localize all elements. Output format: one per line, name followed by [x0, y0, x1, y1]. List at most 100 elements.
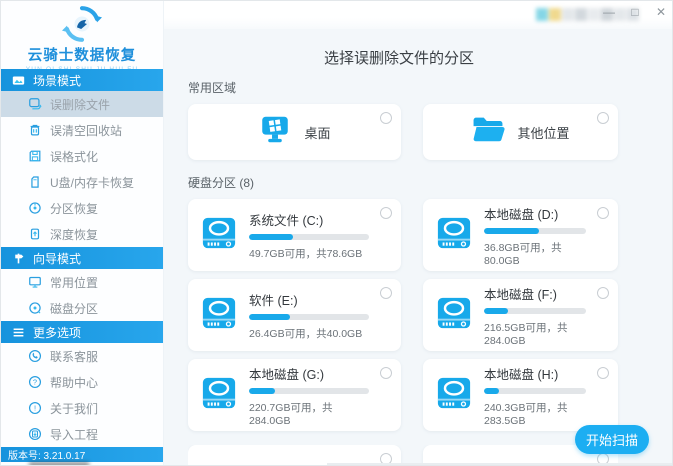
desktop-icon — [258, 114, 292, 150]
drive-size-text: 49.7GB可用，共78.6GB — [249, 247, 363, 260]
censored-bottom-area — [29, 462, 89, 465]
drive-name: 本地磁盘 (D:) — [484, 207, 559, 222]
info-icon: ! — [27, 401, 42, 416]
sidebar-section-label: 场景模式 — [33, 73, 82, 88]
logo-area: 云骑士数据恢复 YUN QI SHI SHU JU HUI FU — [1, 1, 163, 73]
quick-card-desktop[interactable]: 桌面 — [188, 104, 401, 160]
page-title: 选择误删除文件的分区 — [323, 50, 474, 67]
drive-size-text: 36.8GB可用，共80.0GB — [484, 241, 562, 267]
drive-size-text: 26.4GB可用，共40.0GB — [249, 327, 363, 340]
radio-desktop[interactable] — [380, 112, 392, 124]
sidebar-item-about-us[interactable]: ! 关于我们 — [1, 395, 163, 421]
menu-icon — [11, 325, 26, 340]
quick-section-label: 常用区域 — [188, 81, 237, 95]
radio-drive-f[interactable] — [597, 287, 609, 299]
sidebar-item-formatted[interactable]: 误格式化 — [1, 143, 163, 169]
hard-drive-icon — [200, 375, 238, 416]
drive-usage-bar — [249, 313, 369, 320]
drive-card-c[interactable]: 系统文件 (C:) 49.7GB可用，共78.6GB — [188, 199, 401, 271]
sidebar: 云骑士数据恢复 YUN QI SHI SHU JU HUI FU 场景模式 误删… — [1, 1, 164, 465]
drive-size-text: 220.7GB可用，共284.0GB — [249, 401, 333, 427]
drive-info: 本地磁盘 (G:) 220.7GB可用，共284.0GB — [249, 364, 389, 427]
drive-card-e[interactable]: 软件 (E:) 26.4GB可用，共40.0GB — [188, 279, 401, 351]
sidebar-section-label: 更多选项 — [33, 325, 82, 340]
sidebar-item-disk-partitions[interactable]: 磁盘分区 — [1, 295, 163, 321]
quick-area-grid: 桌面 其他位置 — [188, 104, 618, 160]
content-area: 常用区域 桌面 其他位置 硬盘分区 (8) 系统文件 (C:) 49.7GB可用… — [188, 79, 618, 465]
version-bar: 版本号: 3.21.0.17 — [1, 447, 163, 462]
drive-card-d[interactable]: 本地磁盘 (D:) 36.8GB可用，共80.0GB — [423, 199, 618, 271]
quick-card-other-location[interactable]: 其他位置 — [423, 104, 618, 160]
sidebar-section-scene-mode: 场景模式 — [1, 69, 163, 91]
drive-card-h[interactable]: 本地磁盘 (H:) 240.3GB可用，共283.5GB — [423, 359, 618, 431]
drive-info: 本地磁盘 (F:) 216.5GB可用，共284.0GB — [484, 284, 606, 347]
drive-usage-fill — [249, 313, 290, 320]
sidebar-item-label: 误清空回收站 — [50, 123, 123, 138]
drive-usage-bar — [484, 227, 586, 234]
radio-drive-g[interactable] — [380, 367, 392, 379]
question-icon: ? — [27, 375, 42, 390]
drive-usage-bar — [249, 387, 369, 394]
sidebar-item-label: 深度恢复 — [50, 227, 99, 242]
sidebar-item-deep-recovery[interactable]: 深度恢复 — [1, 221, 163, 247]
drive-name: 本地磁盘 (H:) — [484, 367, 559, 382]
sidebar-item-recycle-bin[interactable]: 误清空回收站 — [1, 117, 163, 143]
radio-drive-d[interactable] — [597, 207, 609, 219]
recycle-bin-icon — [27, 123, 42, 138]
deep-recovery-icon — [27, 227, 42, 242]
hard-drive-icon — [435, 375, 473, 416]
app-brand-name: 云骑士数据恢复 — [27, 48, 137, 64]
drive-card-partial-left[interactable] — [188, 445, 401, 465]
sidebar-item-partition-recovery[interactable]: 分区恢复 — [1, 195, 163, 221]
drive-name: 本地磁盘 (G:) — [249, 367, 324, 382]
sidebar-item-label: U盘/内存卡恢复 — [50, 175, 135, 190]
svg-text:!: ! — [33, 404, 35, 413]
main-panel: 选择误删除文件的分区 常用区域 桌面 其他位置 硬盘分区 (8) 系统文件 (C… — [164, 1, 672, 465]
start-scan-button[interactable]: 开始扫描 — [575, 425, 649, 454]
sidebar-item-contact-support[interactable]: 联系客服 — [1, 343, 163, 369]
radio-other-location[interactable] — [597, 112, 609, 124]
partial-drive-row — [188, 445, 618, 465]
drive-card-g[interactable]: 本地磁盘 (G:) 220.7GB可用，共284.0GB — [188, 359, 401, 431]
sidebar-item-label: 导入工程 — [50, 427, 99, 442]
sidebar-item-help-center[interactable]: ? 帮助中心 — [1, 369, 163, 395]
drive-card-f[interactable]: 本地磁盘 (F:) 216.5GB可用，共284.0GB — [423, 279, 618, 351]
sidebar-item-deleted-file[interactable]: 误删除文件 — [1, 91, 163, 117]
drive-info: 系统文件 (C:) 49.7GB可用，共78.6GB — [249, 210, 389, 261]
app-window: 云骑士数据恢复 YUN QI SHI SHU JU HUI FU 场景模式 误删… — [0, 0, 673, 466]
wizard-icon — [11, 251, 26, 266]
radio-drive-e[interactable] — [380, 287, 392, 299]
sidebar-section-more-options: 更多选项 — [1, 321, 163, 343]
version-label: 版本号: 3.21.0.17 — [8, 451, 86, 462]
svg-text:?: ? — [32, 378, 36, 387]
drive-name: 本地磁盘 (F:) — [484, 287, 557, 302]
sidebar-item-label: 误删除文件 — [50, 97, 111, 112]
drive-info: 本地磁盘 (D:) 36.8GB可用，共80.0GB — [484, 204, 606, 267]
sidebar-item-label: 磁盘分区 — [50, 301, 99, 316]
drive-info: 本地磁盘 (H:) 240.3GB可用，共283.5GB — [484, 364, 606, 427]
partition-section-label: 硬盘分区 (8) — [188, 176, 255, 190]
import-icon — [27, 427, 42, 442]
phone-icon — [27, 349, 42, 364]
quick-card-label: 桌面 — [304, 125, 331, 141]
sidebar-item-label: 常用位置 — [50, 275, 99, 290]
quick-card-label: 其他位置 — [517, 125, 570, 141]
sidebar-item-usb-card-recovery[interactable]: U盘/内存卡恢复 — [1, 169, 163, 195]
sidebar-section-label: 向导模式 — [33, 251, 82, 266]
radio-drive-h[interactable] — [597, 367, 609, 379]
folder-icon — [471, 115, 505, 149]
drive-grid: 系统文件 (C:) 49.7GB可用，共78.6GB 本地磁盘 (D:) 36.… — [188, 199, 618, 431]
hard-drive-icon — [435, 215, 473, 256]
monitor-icon — [27, 275, 42, 290]
sidebar-item-common-locations[interactable]: 常用位置 — [1, 269, 163, 295]
sidebar-item-label: 关于我们 — [50, 401, 99, 416]
sidebar-item-label: 误格式化 — [50, 149, 99, 164]
drive-usage-fill — [249, 387, 276, 394]
sidebar-item-label: 联系客服 — [50, 349, 99, 364]
sidebar-item-import-project[interactable]: 导入工程 — [1, 421, 163, 447]
radio-drive-c[interactable] — [380, 207, 392, 219]
drive-info: 软件 (E:) 26.4GB可用，共40.0GB — [249, 290, 389, 341]
hard-drive-icon — [200, 295, 238, 336]
usb-card-icon — [27, 175, 42, 190]
hard-drive-icon — [435, 295, 473, 336]
